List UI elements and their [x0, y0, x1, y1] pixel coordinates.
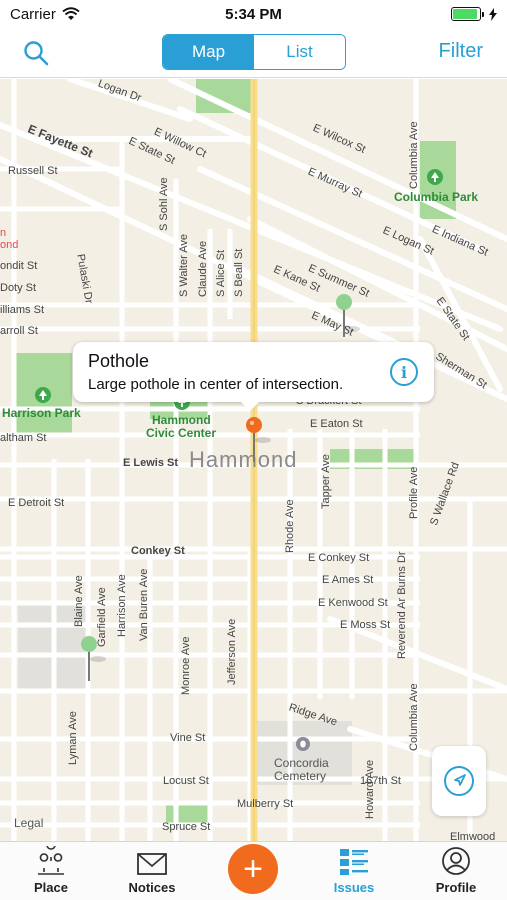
street-label: S Beall St	[233, 248, 245, 297]
street-label: Harrison Ave	[116, 574, 128, 637]
street-label: Jefferson Ave	[226, 618, 238, 685]
filter-button[interactable]: Filter	[439, 40, 483, 63]
place-pins-icon	[38, 846, 64, 875]
street-label: E Moss St	[340, 619, 391, 631]
profile-icon	[442, 847, 470, 875]
tab-label: Issues	[333, 880, 375, 895]
street-label: Reverend Ar Burns Dr	[396, 551, 408, 659]
issue-pin-green[interactable]	[80, 635, 110, 685]
street-label: E Conkey St	[308, 552, 370, 564]
tree-icon	[35, 387, 51, 403]
street-label: Russell St	[8, 165, 58, 177]
map-list-segmented-control: Map List	[162, 34, 346, 70]
street-label: Profile Ave	[408, 466, 420, 519]
place-label: Civic Center	[146, 426, 217, 440]
street-label: Mulberry St	[237, 798, 294, 810]
info-icon[interactable]: i	[390, 358, 418, 386]
street-label: Van Buren Ave	[138, 568, 150, 641]
status-bar: Carrier 5:34 PM	[0, 0, 507, 28]
place-label: Columbia Park	[394, 190, 479, 204]
street-label: E Detroit St	[8, 497, 65, 509]
tab-label: Notices	[128, 880, 176, 895]
status-time: 5:34 PM	[225, 5, 282, 23]
street-label: Locust St	[163, 775, 209, 787]
street-label: E Lewis St	[123, 457, 179, 469]
street-label: E Eaton St	[310, 418, 363, 430]
street-label: Elmwood	[450, 831, 496, 841]
place-label: Concordia	[274, 756, 329, 770]
street-label: illiams St	[0, 304, 45, 316]
tab-notices[interactable]: Notices	[112, 842, 192, 900]
street-label: Monroe Ave	[180, 636, 192, 695]
app-root: Carrier 5:34 PM Map List Filter Logan Dr…	[0, 0, 507, 900]
location-arrow-icon	[444, 766, 474, 796]
street-label: S Alice St	[215, 249, 227, 297]
street-label: Tapper Ave	[320, 454, 332, 509]
place-label: Harrison Park	[2, 406, 81, 420]
street-label: Conkey St	[131, 545, 185, 557]
search-icon[interactable]	[22, 39, 50, 67]
street-label: E Ames St	[322, 574, 374, 586]
locate-me-button[interactable]	[432, 746, 486, 816]
add-issue-button[interactable]: +	[228, 844, 278, 894]
issue-callout[interactable]: Pothole Large pothole in center of inter…	[73, 342, 434, 411]
tab-place[interactable]: Place	[11, 842, 91, 900]
segment-list[interactable]: List	[254, 35, 345, 69]
street-label: Vine St	[170, 732, 206, 744]
street-label: Columbia Ave	[408, 121, 420, 189]
map-view[interactable]: Logan Dr E Fayette St E Willow Ct E Stat…	[0, 79, 507, 841]
street-label: Blaine Ave	[73, 575, 85, 627]
place-label: Cemetery	[274, 769, 327, 783]
street-label: n	[0, 227, 7, 239]
street-label: Doty St	[0, 282, 37, 294]
street-label: Howard Ave	[364, 759, 376, 819]
place-label: Hammond	[152, 413, 211, 427]
street-label: arroll St	[0, 325, 38, 337]
street-label: ond	[0, 239, 19, 251]
cemetery-icon	[296, 737, 310, 751]
segment-map[interactable]: Map	[163, 35, 254, 69]
street-label: ondit St	[0, 260, 38, 272]
tab-label: Place	[34, 880, 68, 895]
street-label: Claude Ave	[197, 240, 209, 297]
town-label: Hammond	[189, 447, 298, 472]
street-label: Rhode Ave	[284, 499, 296, 553]
nav-bar: Map List Filter	[0, 28, 507, 78]
envelope-icon	[137, 853, 167, 875]
street-label: altham St	[0, 432, 47, 444]
tree-icon	[427, 169, 443, 185]
street-label: Lyman Ave	[67, 711, 79, 765]
tab-profile[interactable]: Profile	[416, 842, 496, 900]
legal-link[interactable]: Legal	[14, 816, 43, 830]
tab-label: Profile	[435, 880, 477, 895]
issues-list-icon	[340, 849, 368, 875]
street-label: Spruce St	[162, 821, 211, 833]
street-label: S Sohl Ave	[158, 177, 170, 231]
issue-pin-green[interactable]	[334, 293, 364, 343]
callout-description: Large pothole in center of intersection.	[88, 376, 344, 393]
issue-pin-orange-selected[interactable]	[245, 416, 275, 466]
battery-icon	[451, 7, 484, 21]
street-label: S Walter Ave	[178, 234, 190, 297]
street-label: E Kenwood St	[318, 597, 388, 609]
callout-title: Pothole	[88, 351, 150, 371]
tab-issues[interactable]: Issues	[314, 842, 394, 900]
street-label: Columbia Ave	[408, 683, 420, 751]
